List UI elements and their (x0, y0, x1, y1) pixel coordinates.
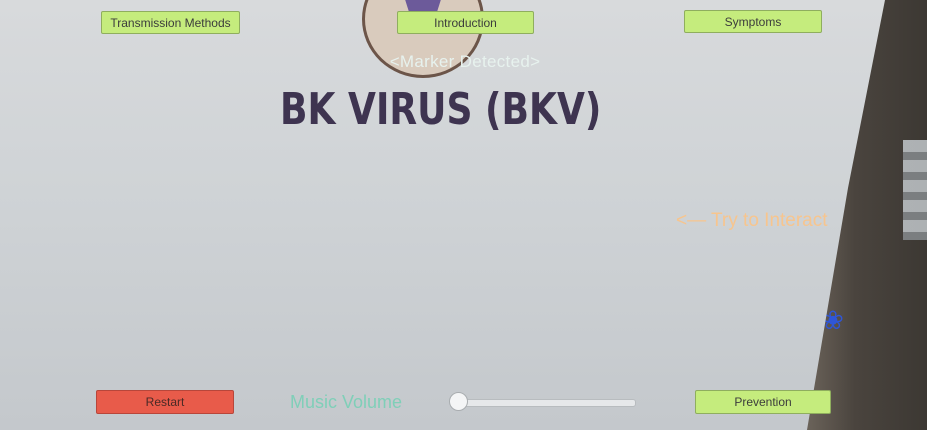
marker-status: <Marker Detected> (389, 52, 541, 71)
interact-hint: <— Try to Interact (676, 210, 828, 231)
restart-button[interactable]: Restart (96, 390, 234, 414)
music-volume-slider[interactable] (458, 399, 636, 407)
symptoms-button[interactable]: Symptoms (684, 10, 822, 33)
page-title: BK VIRUS (BKV) (280, 84, 602, 135)
introduction-button[interactable]: Introduction (397, 11, 534, 34)
ar-scene: ❀ Transmission Methods Introduction Symp… (0, 0, 927, 430)
background-shelf (903, 140, 927, 240)
prevention-button[interactable]: Prevention (695, 390, 831, 414)
music-volume-label: Music Volume (290, 392, 403, 412)
music-volume-slider-handle[interactable] (449, 392, 468, 411)
transmission-methods-button[interactable]: Transmission Methods (101, 11, 240, 34)
